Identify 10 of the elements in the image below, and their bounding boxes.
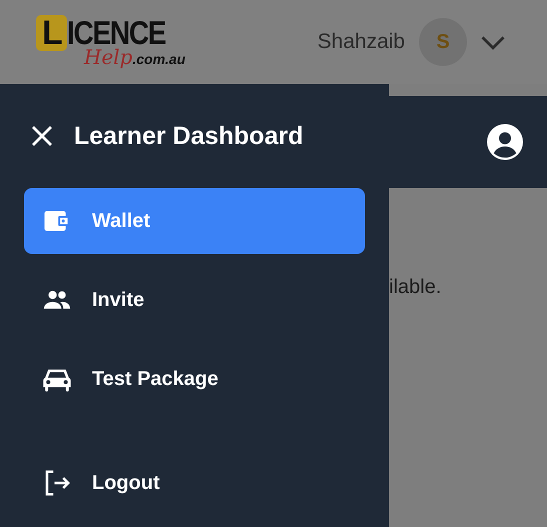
user-circle-icon[interactable] (487, 124, 523, 160)
menu-item[interactable]: Test Package (24, 346, 365, 412)
user-name: Shahzaib (317, 30, 405, 54)
logo[interactable]: LICENCE Help.com.au (36, 15, 184, 69)
menu-item[interactable]: Wallet (24, 188, 365, 254)
logout-item[interactable]: Logout (24, 450, 365, 516)
close-icon[interactable] (30, 124, 54, 148)
body-text: ilable. (389, 276, 442, 299)
menu-item[interactable]: Invite (24, 267, 365, 333)
drawer-title: Learner Dashboard (74, 122, 304, 150)
